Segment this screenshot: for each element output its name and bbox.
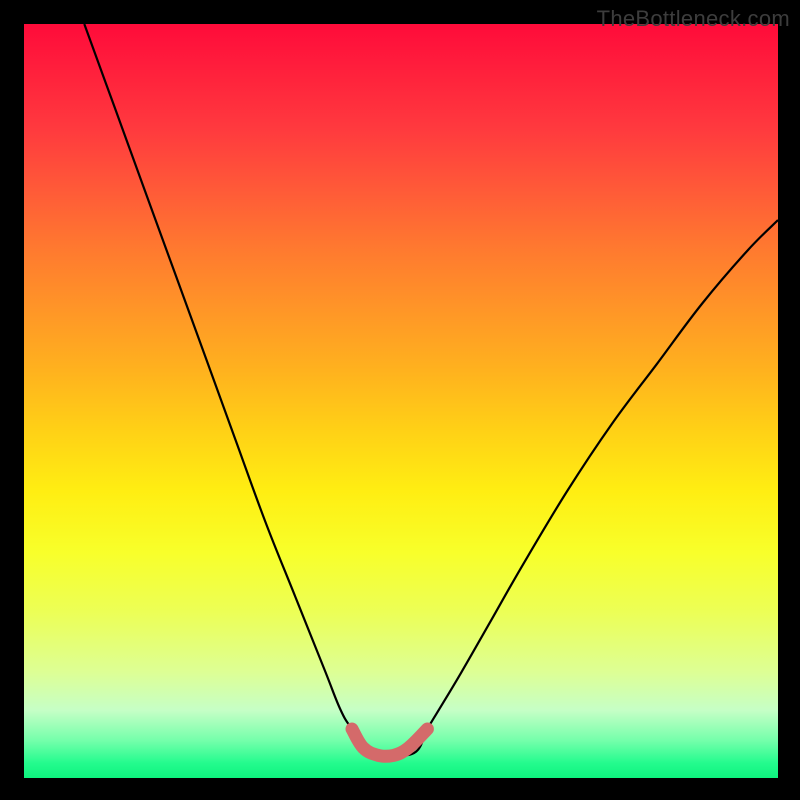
bottleneck-curve (84, 24, 778, 755)
watermark-text: TheBottleneck.com (597, 6, 790, 32)
plot-area (24, 24, 778, 778)
curve-layer (24, 24, 778, 778)
chart-frame: TheBottleneck.com (0, 0, 800, 800)
